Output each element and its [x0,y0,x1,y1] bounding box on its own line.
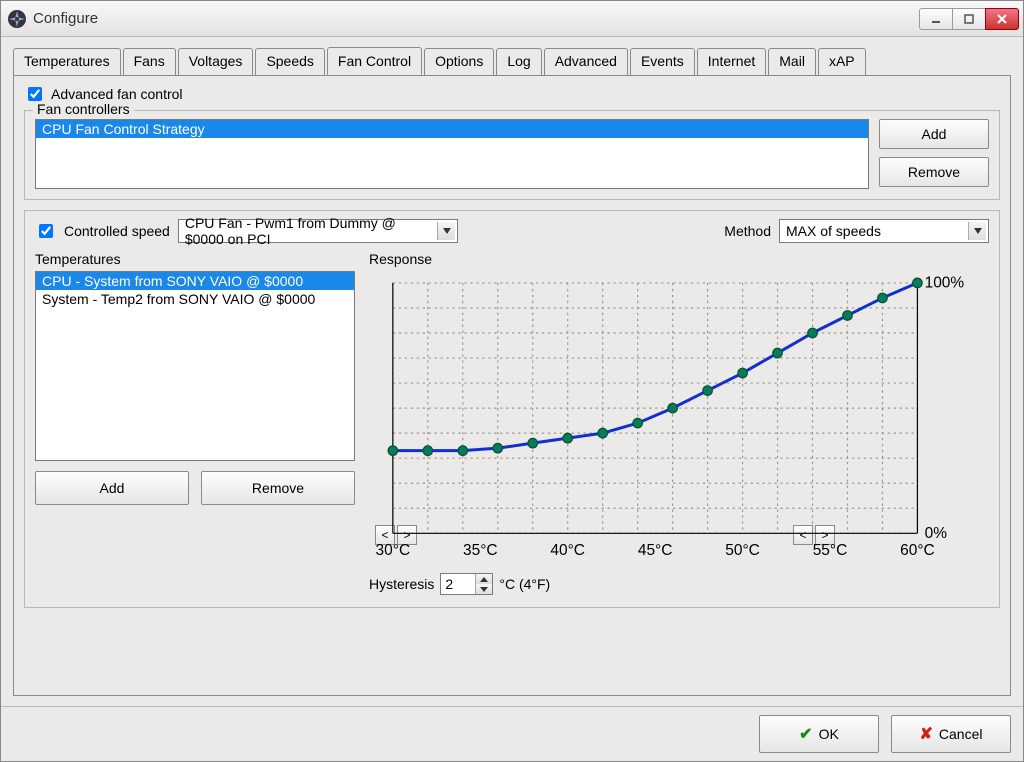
tab-events[interactable]: Events [630,48,695,76]
controlled-speed-select[interactable]: CPU Fan - Pwm1 from Dummy @ $0000 on PCI [178,219,458,243]
tabs-row: TemperaturesFansVoltagesSpeedsFan Contro… [1,37,1023,75]
tab-fan-control[interactable]: Fan Control [327,47,422,75]
hysteresis-spinner[interactable] [440,573,493,595]
ok-button[interactable]: ✔ OK [759,715,879,753]
hysteresis-unit: °C (4°F) [499,576,550,592]
temperatures-list[interactable]: CPU - System from SONY VAIO @ $0000Syste… [35,271,355,461]
controlled-speed-label[interactable]: Controlled speed [64,223,170,239]
advanced-fan-control-label[interactable]: Advanced fan control [51,86,183,102]
minimize-button[interactable] [919,8,953,30]
svg-text:100%: 100% [925,275,965,292]
method-select[interactable]: MAX of speeds [779,219,989,243]
x-icon: ✘ [920,724,933,744]
temperatures-label: Temperatures [35,251,355,267]
tab-advanced[interactable]: Advanced [544,48,628,76]
dialog-buttons: ✔ OK ✘ Cancel [1,706,1023,761]
tab-temperatures[interactable]: Temperatures [13,48,121,76]
ok-label: OK [819,726,839,742]
advanced-fan-control-checkbox[interactable] [28,87,42,101]
spin-up-icon[interactable] [476,574,492,584]
chevron-down-icon [968,222,986,240]
hysteresis-label: Hysteresis [369,576,434,592]
fan-controller-remove-button[interactable]: Remove [879,157,989,187]
fan-controllers-legend: Fan controllers [33,101,134,117]
fan-controller-add-button[interactable]: Add [879,119,989,149]
check-icon: ✔ [799,724,812,744]
tab-panel-fan-control: Advanced fan control Fan controllers CPU… [13,75,1011,696]
tab-xap[interactable]: xAP [818,48,866,76]
fan-controllers-list[interactable]: CPU Fan Control Strategy [35,119,869,189]
controlled-speed-checkbox[interactable] [39,224,53,238]
list-item[interactable]: CPU Fan Control Strategy [36,120,868,138]
tab-voltages[interactable]: Voltages [178,48,254,76]
temperature-add-button[interactable]: Add [35,471,189,505]
close-button[interactable] [985,8,1019,30]
tab-fans[interactable]: Fans [123,48,176,76]
tab-options[interactable]: Options [424,48,494,76]
tab-speeds[interactable]: Speeds [255,48,324,76]
list-item[interactable]: System - Temp2 from SONY VAIO @ $0000 [36,290,354,308]
cancel-button[interactable]: ✘ Cancel [891,715,1011,753]
spin-down-icon[interactable] [476,584,492,594]
svg-text:40°C: 40°C [550,542,585,559]
svg-text:0%: 0% [925,525,948,542]
svg-text:50°C: 50°C [725,542,760,559]
method-label: Method [724,223,771,239]
tab-mail[interactable]: Mail [768,48,816,76]
tab-log[interactable]: Log [496,48,541,76]
strategy-group: Controlled speed CPU Fan - Pwm1 from Dum… [24,210,1000,608]
window-title: Configure [33,10,914,27]
svg-text:30°C: 30°C [376,542,411,559]
titlebar: Configure [1,1,1023,37]
cancel-label: Cancel [939,726,983,742]
svg-text:60°C: 60°C [900,542,935,559]
tab-internet[interactable]: Internet [697,48,766,76]
svg-text:35°C: 35°C [463,542,498,559]
method-value: MAX of speeds [786,223,881,239]
maximize-button[interactable] [952,8,986,30]
temperature-remove-button[interactable]: Remove [201,471,355,505]
controlled-speed-value: CPU Fan - Pwm1 from Dummy @ $0000 on PCI [185,215,435,247]
hysteresis-input[interactable] [441,576,475,592]
app-icon [7,9,27,29]
response-label: Response [369,251,989,267]
svg-text:55°C: 55°C [813,542,848,559]
svg-text:45°C: 45°C [638,542,673,559]
fan-controllers-group: Fan controllers CPU Fan Control Strategy… [24,110,1000,200]
list-item[interactable]: CPU - System from SONY VAIO @ $0000 [36,272,354,290]
response-chart[interactable]: 30°C35°C40°C45°C50°C55°C60°C100%0% [369,271,989,521]
chevron-down-icon [437,222,455,240]
